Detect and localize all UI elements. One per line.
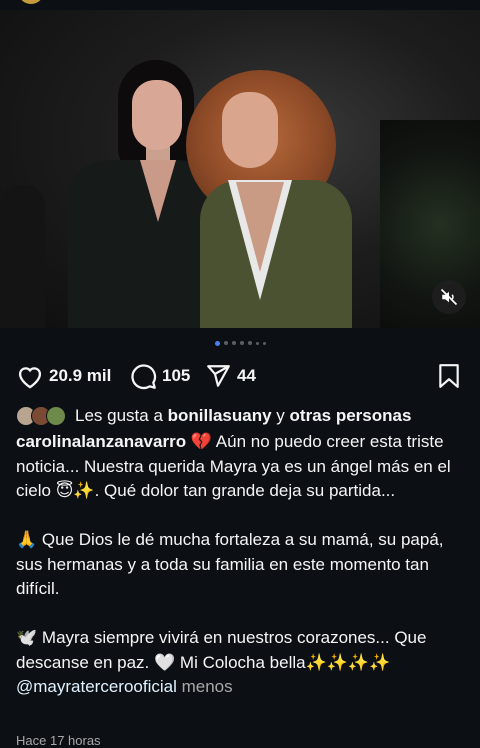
speaker-muted-icon xyxy=(440,288,458,306)
carousel-dot xyxy=(247,341,252,345)
avatar xyxy=(46,406,66,426)
woman-left-face xyxy=(132,80,182,150)
comment-button[interactable]: 105 xyxy=(130,362,190,390)
liked-by-row[interactable]: Les gusta a bonillasuany y otras persona… xyxy=(16,404,466,428)
paper-plane-icon xyxy=(207,365,230,387)
dove-emoji: 🕊️ xyxy=(16,628,38,647)
liked-by-prefix: Les gusta a xyxy=(75,406,163,425)
post-photo[interactable] xyxy=(0,10,480,328)
background-person xyxy=(0,185,45,328)
broken-heart-emoji: 💔 xyxy=(190,432,212,451)
caption-text: . Qué dolor tan grande deja su partida..… xyxy=(94,481,396,500)
carousel-indicator xyxy=(0,338,480,348)
post-caption: carolinalanzanavarro 💔 Aún no puedo cree… xyxy=(16,430,470,700)
mention-link[interactable]: @mayratercerooficial xyxy=(16,677,177,696)
save-button[interactable] xyxy=(438,363,460,394)
liked-by-others[interactable]: otras personas xyxy=(290,406,412,426)
shares-count: 44 xyxy=(237,366,256,385)
liked-by-user[interactable]: bonillasuany xyxy=(168,406,272,426)
caption-text: Que Dios le dé mucha fortaleza a su mamá… xyxy=(16,530,444,598)
story-avatar[interactable] xyxy=(18,0,44,4)
sparkles-emoji: ✨✨✨✨ xyxy=(305,652,391,672)
liker-avatars xyxy=(16,406,66,426)
comments-count: 105 xyxy=(162,366,191,385)
likes-count: 20.9 mil xyxy=(49,366,112,385)
woman-right-neckline xyxy=(236,182,284,272)
caption-username[interactable]: carolinalanzanavarro xyxy=(16,432,186,451)
bookmark-icon xyxy=(439,364,459,388)
liked-by-joiner: y xyxy=(276,406,285,425)
carousel-dot xyxy=(255,341,259,345)
less-link[interactable]: menos xyxy=(182,677,233,696)
comment-bubble-icon xyxy=(131,363,157,389)
top-edge xyxy=(0,0,480,10)
caption-text: Mi Colocha bella xyxy=(179,652,306,672)
carousel-dot-active xyxy=(214,340,220,346)
white-heart-emoji: 🤍 xyxy=(154,652,176,672)
carousel-dot xyxy=(262,341,266,345)
carousel-dot xyxy=(223,341,228,345)
share-button[interactable]: 44 xyxy=(204,362,256,390)
woman-left-neckline xyxy=(140,160,176,222)
woman-right-face xyxy=(222,92,278,168)
praying-hands-emoji: 🙏 xyxy=(16,530,38,549)
carousel-dot xyxy=(231,341,236,345)
heart-icon xyxy=(18,367,42,389)
post-actions: 20.9 mil 105 44 xyxy=(0,362,480,392)
angel-sparkle-emoji: 😇✨ xyxy=(55,481,95,500)
like-button[interactable]: 20.9 mil xyxy=(16,362,111,390)
post-timestamp: Hace 17 horas xyxy=(16,733,101,748)
mute-button[interactable] xyxy=(432,280,466,314)
carousel-dot xyxy=(239,341,244,345)
